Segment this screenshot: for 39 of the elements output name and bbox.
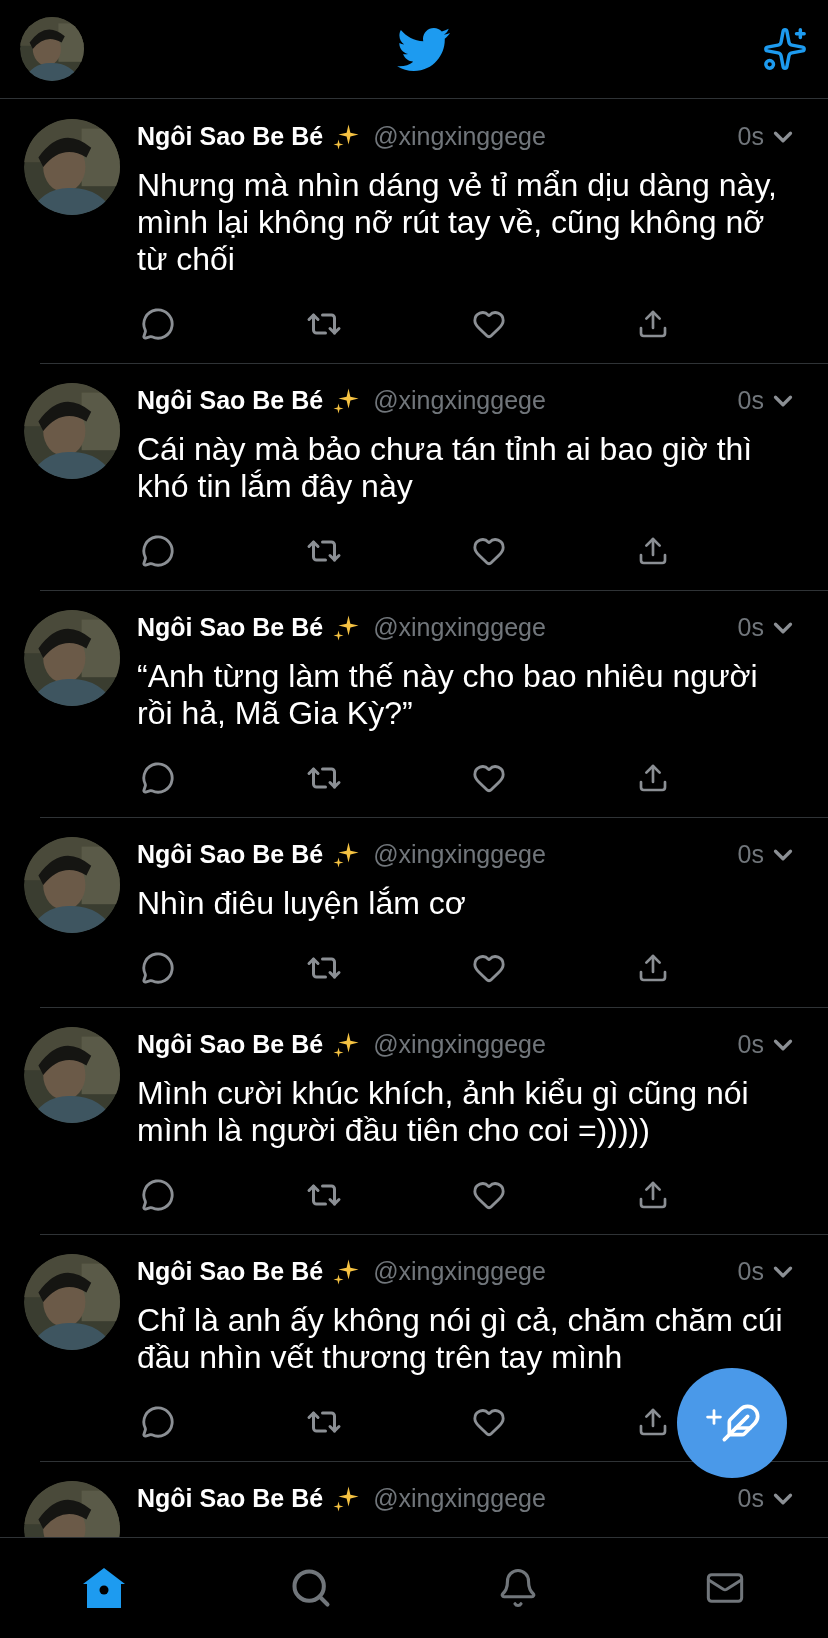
- author-name: Ngôi Sao Be Bé: [137, 839, 324, 871]
- author-handle: @xingxinggege: [373, 385, 546, 417]
- timestamp: 0s: [737, 121, 764, 153]
- author-handle: @xingxinggege: [373, 839, 546, 871]
- author-name: Ngôi Sao Be Bé: [137, 1029, 324, 1061]
- reply-icon[interactable]: [141, 951, 175, 985]
- timestamp: 0s: [737, 1483, 764, 1515]
- timestamp: 0s: [737, 612, 764, 644]
- author-name: Ngôi Sao Be Bé: [137, 1256, 324, 1288]
- reply-icon[interactable]: [141, 534, 175, 568]
- tweet-text: Cái này mà bảo chưa tán tỉnh ai bao giờ thì khó tin lắm đây này: [137, 431, 754, 505]
- timestamp: 0s: [737, 1029, 764, 1061]
- reply-icon[interactable]: [141, 761, 175, 795]
- reply-icon[interactable]: [141, 307, 175, 341]
- tweet-text: “Anh từng làm thế này cho bao nhiêu người rồi hả, Mã Gia Kỳ?”: [137, 658, 759, 732]
- author-name: Ngôi Sao Be Bé: [137, 1483, 324, 1515]
- sparkle-icon[interactable]: [762, 26, 808, 72]
- tweet-text: Nhưng mà nhìn dáng vẻ tỉ mẩn dịu dàng này, mình lại không nỡ rút tay về, cũng không nỡ từ chối: [137, 167, 778, 278]
- author-handle: @xingxinggege: [373, 1483, 546, 1515]
- home-icon: [82, 1568, 125, 1608]
- timestamp: 0s: [737, 839, 764, 871]
- timestamp: 0s: [737, 1256, 764, 1288]
- author-handle: @xingxinggege: [373, 1256, 546, 1288]
- bird-logo: [395, 26, 451, 72]
- reply-icon[interactable]: [141, 1178, 175, 1212]
- author-name: Ngôi Sao Be Bé: [137, 121, 324, 153]
- tweet-text: Chỉ là anh ấy không nói gì cả, chăm chăm cúi đầu nhìn vết thương trên tay mình: [137, 1302, 784, 1376]
- reply-icon[interactable]: [141, 1405, 175, 1439]
- author-name: Ngôi Sao Be Bé: [137, 385, 324, 417]
- tweet-text: Nhìn điêu luyện lắm cơ: [137, 885, 467, 922]
- author-name: Ngôi Sao Be Bé: [137, 612, 324, 644]
- feather-icon: [721, 1403, 761, 1443]
- tweet-text: Mình cười khúc khích, ảnh kiểu gì cũng nói mình là người đầu tiên cho coi =))))): [137, 1075, 750, 1149]
- avatar: [20, 17, 84, 81]
- author-handle: @xingxinggege: [373, 612, 546, 644]
- plus-icon: [703, 1406, 725, 1428]
- author-handle: @xingxinggege: [373, 121, 546, 153]
- timestamp: 0s: [737, 385, 764, 417]
- author-handle: @xingxinggege: [373, 1029, 546, 1061]
